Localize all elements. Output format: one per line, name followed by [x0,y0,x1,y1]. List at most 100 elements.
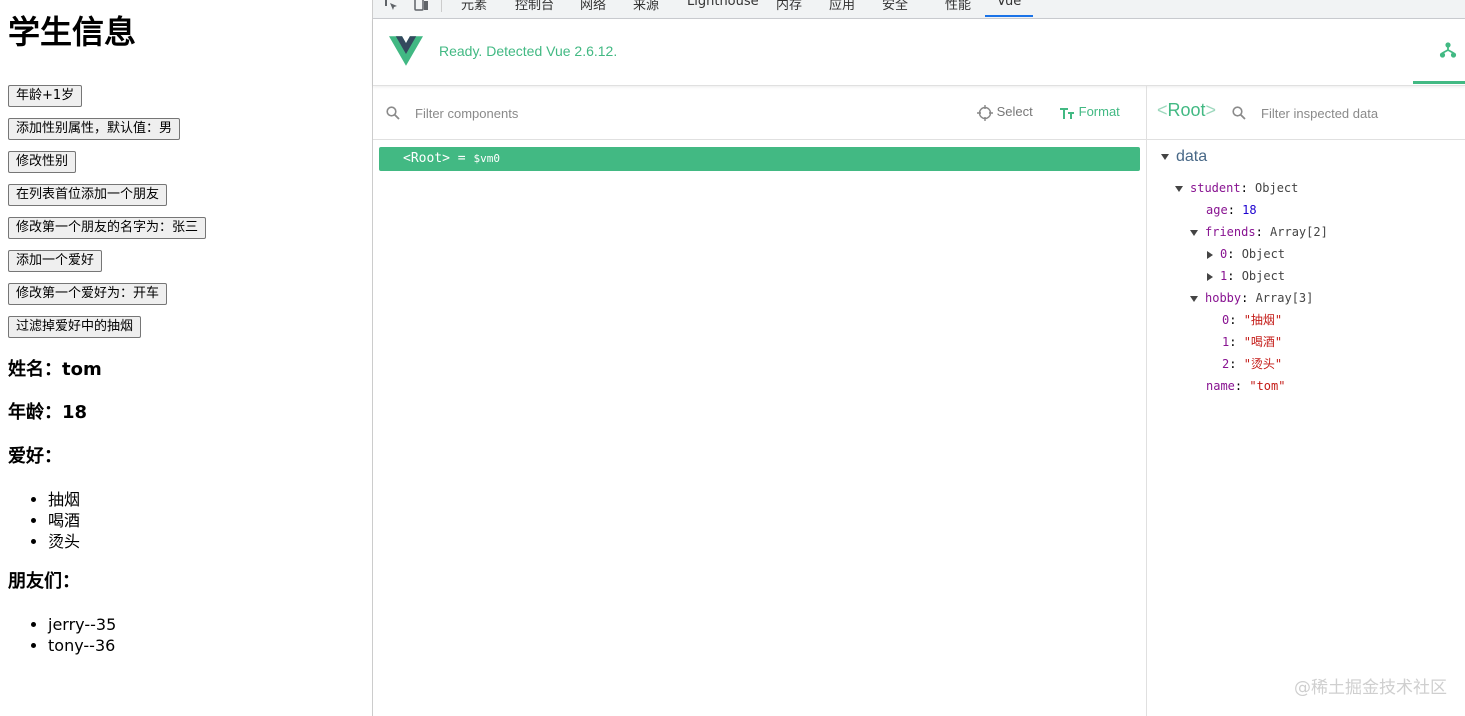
caret-down-icon [1161,153,1169,160]
state-value: 18 [1242,203,1257,217]
state-key: age [1206,203,1228,217]
caret-down-icon [1175,185,1183,192]
component-tree-root[interactable]: <Root> = $vm0 [379,147,1140,171]
components-pane: Select Format <Root> = $vm0 [373,86,1147,716]
add-hobby-button[interactable]: 添加一个爱好 [8,250,103,272]
toolbar-divider [441,0,442,12]
state-row-hobby-1[interactable]: 1: "喝酒" [1222,334,1282,350]
state-value: Object [1241,269,1286,283]
root-component-name: <Root> [403,151,450,166]
add-gender-button[interactable]: 添加性别属性，默认值：男 [8,118,181,140]
list-item: tony--36 [48,635,116,656]
caret-right-icon [1207,250,1213,259]
caret-right-icon [1207,272,1213,281]
age-plus-one-button[interactable]: 年龄+1岁 [8,85,83,107]
add-friend-first-button[interactable]: 在列表首位添加一个朋友 [8,184,168,206]
select-component-button[interactable]: Select [977,104,1033,121]
student-page: 学生信息 年龄+1岁 添加性别属性，默认值：男 修改性别 在列表首位添加一个朋友… [0,0,372,716]
data-section-label: data [1176,148,1208,165]
state-row-age[interactable]: age: 18 [1206,202,1257,218]
page-title: 学生信息 [8,13,137,51]
list-item: jerry--35 [48,614,116,635]
tab-sources[interactable]: 来源 [633,0,659,13]
state-value: Object [1241,247,1286,261]
state-value: "tom" [1249,379,1286,393]
age-heading: 年龄：18 [8,402,88,423]
filter-components-input[interactable] [415,102,715,124]
tab-memory[interactable]: 内存 [776,0,802,13]
text-format-icon [1060,107,1074,119]
search-icon [1232,106,1246,120]
state-key: 1 [1220,269,1228,283]
state-row-student[interactable]: student: Object [1175,180,1298,196]
state-row-friend-1[interactable]: 1: Object [1207,268,1285,284]
inspector-pane: <Root> data student: Object age: 18 frie… [1147,86,1465,716]
inspector-toolbar: <Root> [1147,86,1465,140]
tab-performance[interactable]: 性能 [945,0,971,13]
data-section-toggle[interactable]: data [1161,148,1207,166]
state-key: friends [1205,225,1256,239]
friends-list: jerry--35 tony--36 [8,614,116,656]
tab-network[interactable]: 网络 [580,0,606,13]
state-value: Array[3] [1255,291,1314,305]
rename-first-friend-button[interactable]: 修改第一个朋友的名字为：张三 [8,217,207,239]
tab-security[interactable]: 安全 [882,0,908,13]
inspected-component-title: <Root> [1157,100,1217,120]
state-key: 0 [1222,313,1230,327]
list-item: 抽烟 [48,489,80,510]
state-row-friend-0[interactable]: 0: Object [1207,246,1285,262]
state-value: "烫头" [1243,357,1283,371]
active-tab-indicator [985,15,1033,17]
state-key: 1 [1222,335,1230,349]
vue-logo-icon [389,36,423,66]
state-value: Object [1255,181,1299,195]
state-row-hobby-2[interactable]: 2: "烫头" [1222,356,1282,372]
list-item: 喝酒 [48,510,80,531]
state-row-friends[interactable]: friends: Array[2] [1190,224,1328,240]
devtools-panel: 元素 控制台 网络 来源 Lighthouse 内存 应用 安全 性能 Vue … [372,0,1465,716]
root-vm-ref: $vm0 [473,152,500,165]
root-eq: = [449,151,474,166]
component-tree-icon[interactable] [1439,41,1457,59]
name-heading: 姓名：tom [8,359,102,380]
vue-devtools-header: Ready. Detected Vue 2.6.12. [373,19,1465,86]
hobby-heading: 爱好： [8,446,62,467]
tab-console[interactable]: 控制台 [515,0,554,13]
devtools-tabbar: 元素 控制台 网络 来源 Lighthouse 内存 应用 安全 性能 Vue [373,0,1465,19]
inspect-element-icon[interactable] [383,0,399,12]
select-label: Select [996,104,1033,119]
tab-lighthouse[interactable]: Lighthouse [687,0,759,9]
list-item: 烫头 [48,531,80,552]
device-toolbar-icon[interactable] [413,0,429,12]
state-key: 2 [1222,357,1230,371]
format-button[interactable]: Format [1059,104,1120,120]
filter-inspected-input[interactable] [1261,102,1461,124]
state-key: hobby [1205,291,1242,305]
state-row-hobby-0[interactable]: 0: "抽烟" [1222,312,1282,328]
watermark: @稀土掘金技术社区 [1294,678,1447,698]
state-row-hobby[interactable]: hobby: Array[3] [1190,290,1313,306]
vue-detected-status: Ready. Detected Vue 2.6.12. [439,43,618,59]
search-icon [386,106,400,120]
state-value: "喝酒" [1243,335,1283,349]
filter-smoking-button[interactable]: 过滤掉爱好中的抽烟 [8,316,142,338]
crosshair-icon [977,104,993,121]
modify-gender-button[interactable]: 修改性别 [8,151,77,173]
tab-application[interactable]: 应用 [829,0,855,13]
tab-elements[interactable]: 元素 [461,0,487,13]
state-value: "抽烟" [1243,313,1283,327]
modify-first-hobby-button[interactable]: 修改第一个爱好为：开车 [8,283,168,305]
state-key: name [1206,379,1235,393]
components-toolbar: Select Format [373,86,1146,140]
hobby-list: 抽烟 喝酒 烫头 [8,489,80,552]
inspected-name: Root [1167,100,1206,120]
state-key: student [1190,181,1241,195]
friends-heading: 朋友们： [8,571,80,592]
caret-down-icon [1190,229,1198,236]
components-tab-indicator [1413,81,1465,84]
format-label: Format [1078,104,1120,119]
state-value: Array[2] [1270,225,1328,239]
state-row-name[interactable]: name: "tom" [1206,378,1285,394]
tab-vue[interactable]: Vue [997,0,1021,9]
state-key: 0 [1220,247,1228,261]
